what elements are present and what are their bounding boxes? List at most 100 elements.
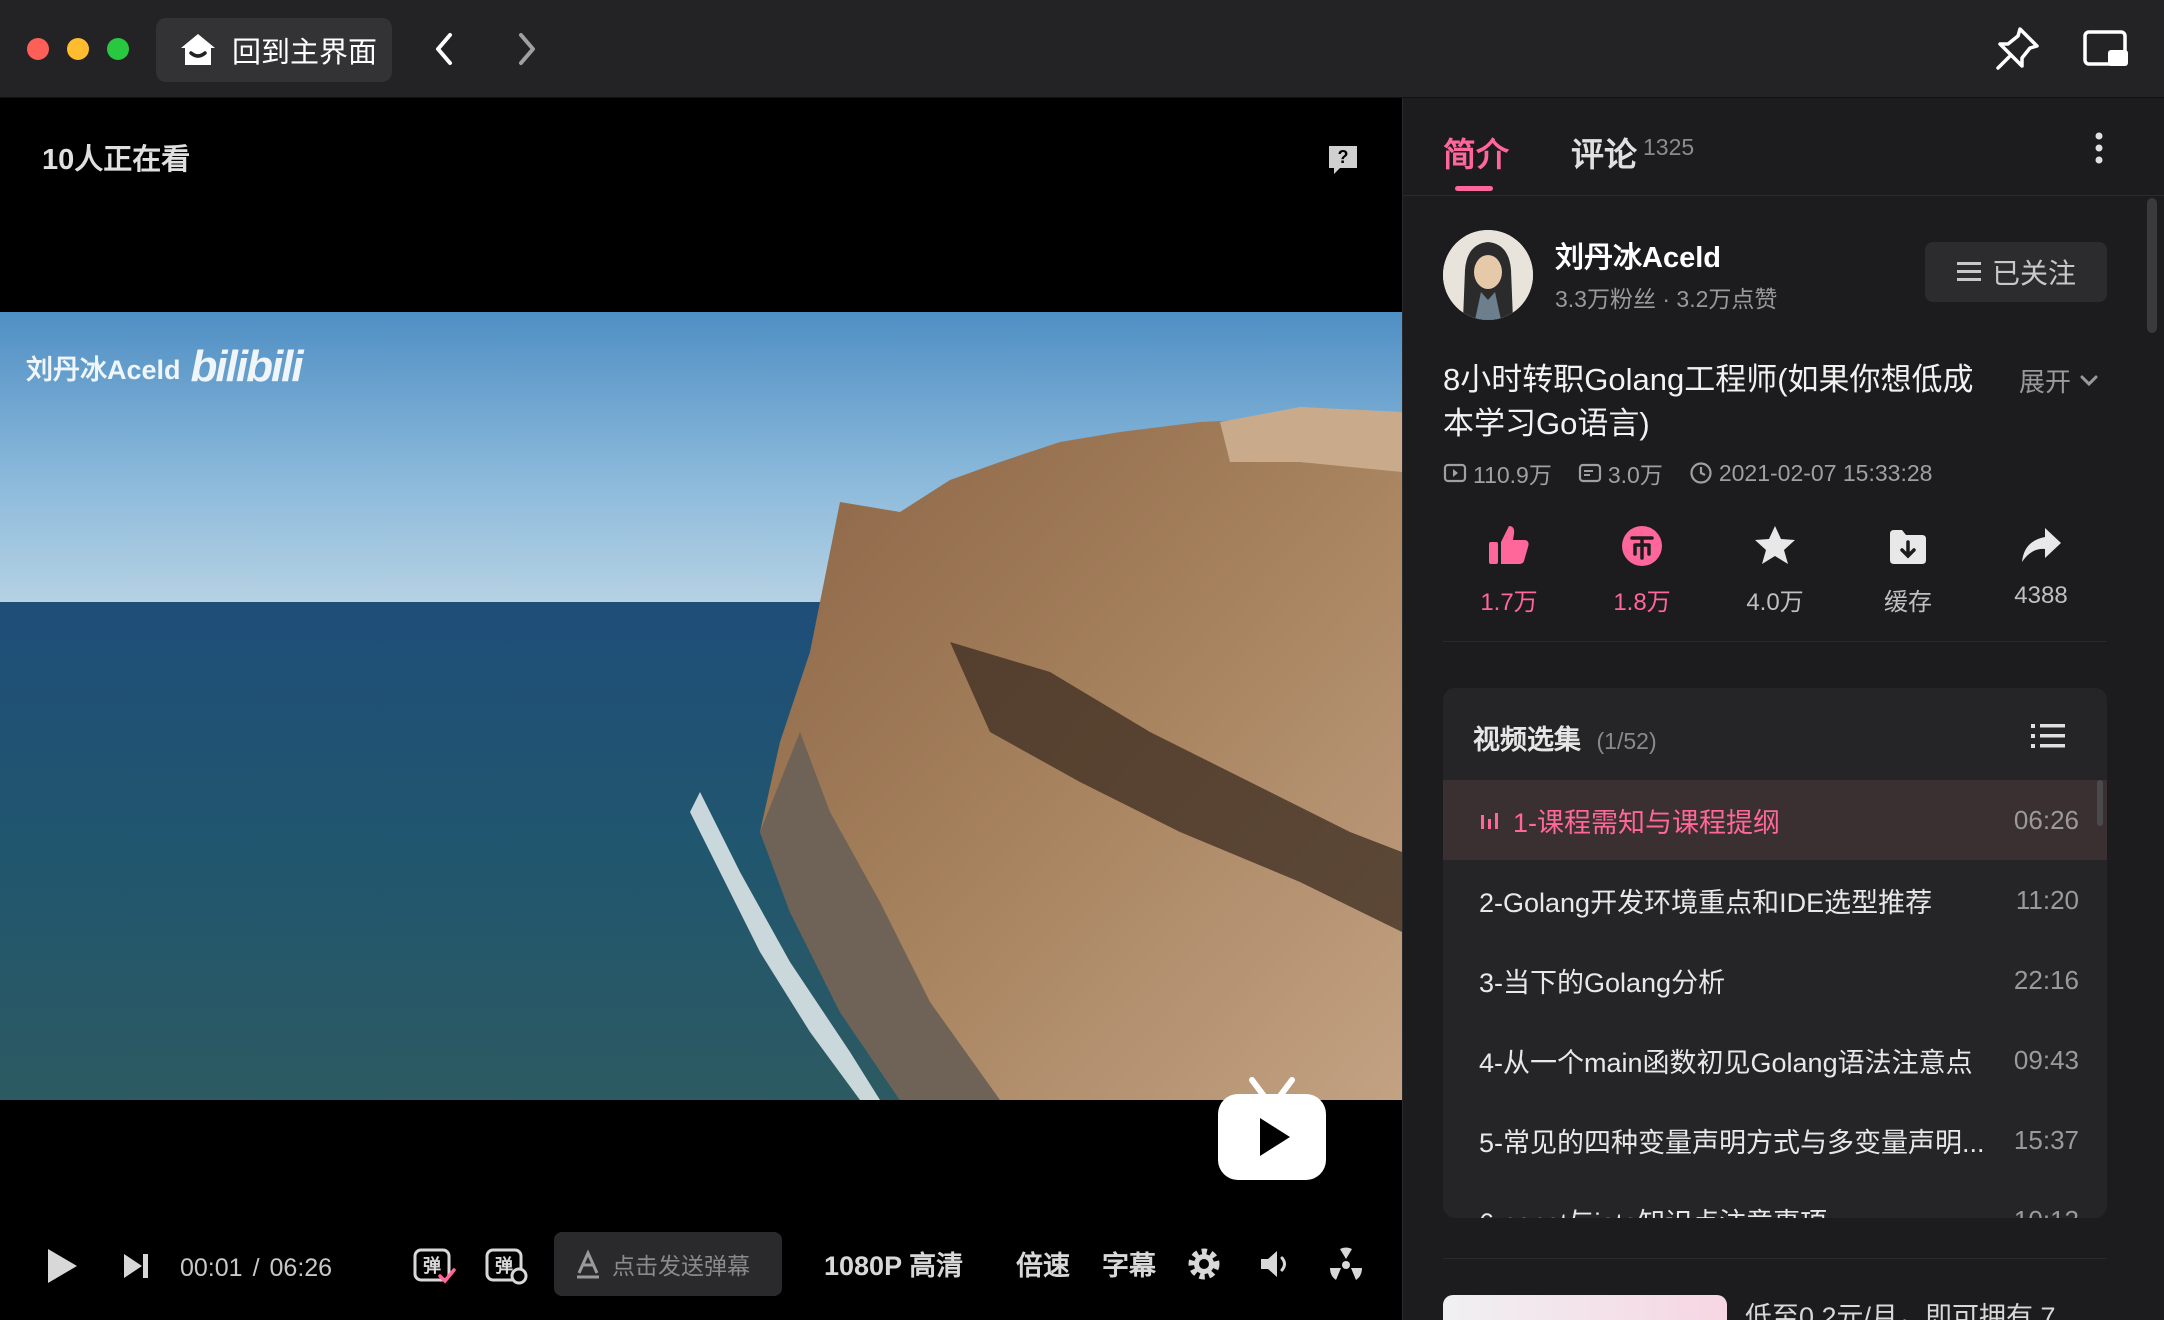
download-icon [1890, 530, 1926, 564]
follow-button[interactable]: 已关注 [1925, 242, 2107, 302]
playlist-item[interactable]: 3-当下的Golang分析 22:16 [1443, 940, 2107, 1020]
active-tab-indicator [1455, 186, 1493, 191]
svg-text:?: ? [1338, 147, 1349, 167]
danmaku-settings-icon: 弹 [485, 1248, 528, 1285]
uploader-stats: 3.3万粉丝 · 3.2万点赞 [1555, 286, 1778, 312]
playlist-item-duration: 22:16 [2013, 964, 2079, 995]
coin-button[interactable]: 1.8万 [1576, 522, 1708, 617]
zoom-window-button[interactable] [107, 38, 129, 60]
playlist-item-duration: 10:12 [2014, 1205, 2079, 1219]
svg-text:弹: 弹 [423, 1255, 441, 1277]
time-separator: / [252, 1254, 260, 1282]
like-button[interactable]: 1.7万 [1443, 522, 1575, 617]
subtitle-button[interactable]: 字幕 [1102, 1244, 1156, 1283]
promo-text: 低至0.2元/月，即可拥有 7... [1745, 1302, 2079, 1320]
playlist-view-toggle[interactable] [2031, 722, 2065, 750]
playlist-header: 视频选集 (1/52) [1473, 718, 1657, 757]
share-button[interactable]: 4388 [1975, 522, 2107, 610]
expand-description-button[interactable]: 展开 [2019, 362, 2099, 399]
cache-label: 缓存 [1884, 589, 1932, 616]
playlist-item-duration: 15:37 [2013, 1124, 2079, 1155]
play-icon [48, 1249, 77, 1283]
settings-button[interactable] [1184, 1242, 1224, 1286]
playlist-items: 1-课程需知与课程提纲 06:26 2-Golang开发环境重点和IDE选型推荐… [1443, 780, 2107, 1218]
thumbs-up-icon [1489, 526, 1529, 564]
playlist-count: (1/52) [1596, 728, 1657, 754]
action-bar: 1.7万 1.8万 4.0万 缓存 4388 [1443, 522, 2107, 642]
nav-back-button[interactable] [424, 24, 464, 74]
picture-in-picture-button[interactable] [2082, 26, 2130, 72]
playlist-scrollbar[interactable] [2097, 780, 2103, 826]
pin-window-button[interactable] [1992, 24, 2042, 74]
playlist-title: 视频选集 [1473, 725, 1581, 755]
sidebar-scrollbar[interactable] [2147, 198, 2157, 333]
chevron-right-icon [519, 33, 535, 65]
video-player[interactable]: 10人正在看 ? 刘丹冰Aceld bilibili 00:01 / 06:26… [0, 98, 1402, 1320]
clock-icon [1690, 462, 1712, 484]
danmaku-count-value: 3.0万 [1607, 462, 1663, 488]
back-to-home-button[interactable]: 回到主界面 [156, 18, 392, 82]
playlist-item[interactable]: 5-常见的四种变量声明方式与多变量声明... 15:37 [1443, 1100, 2107, 1180]
next-button[interactable] [118, 1244, 154, 1288]
playlist-panel: 视频选集 (1/52) 1-课程需知与课程提纲 06:26 2-Golang开发… [1443, 688, 2107, 1218]
promo-row[interactable]: 低至0.2元/月，即可拥有 7... [1443, 1258, 2107, 1320]
follow-label: 已关注 [1991, 258, 2076, 289]
speed-button[interactable]: 倍速 [1016, 1244, 1070, 1283]
playlist-item[interactable]: 1-课程需知与课程提纲 06:26 [1443, 780, 2107, 860]
star-icon [1755, 526, 1795, 564]
quality-button[interactable]: 1080P 高清 [824, 1244, 963, 1283]
pin-icon [1996, 27, 2039, 70]
nav-forward-button[interactable] [507, 24, 547, 74]
time-current: 00:01 [180, 1254, 243, 1282]
play-button[interactable] [40, 1242, 84, 1290]
title-bar: 回到主界面 [0, 0, 2164, 98]
back-to-home-label: 回到主界面 [232, 37, 378, 69]
publish-time-value: 2021-02-07 15:33:28 [1718, 459, 1933, 486]
help-icon[interactable]: ? [1326, 142, 1360, 176]
playlist-item-duration: 09:43 [2013, 1044, 2079, 1075]
share-count: 4388 [2014, 582, 2068, 609]
radiation-icon [1330, 1247, 1362, 1280]
sidebar-tabs: 简介 评论 1325 [1403, 98, 2164, 196]
volume-icon [1261, 1251, 1286, 1277]
close-window-button[interactable] [27, 38, 49, 60]
tab-comments[interactable]: 评论 [1571, 128, 1637, 176]
chevron-down-icon [2080, 375, 2098, 386]
send-danmaku-input[interactable]: 点击发送弹幕 [554, 1232, 782, 1296]
list-icon [2031, 724, 2065, 748]
danmaku-toggle-button[interactable]: 弹 [410, 1240, 458, 1288]
comment-count: 1325 [1643, 134, 1695, 160]
publish-time: 2021-02-07 15:33:28 [1689, 459, 1933, 487]
playlist-item[interactable]: 6-const与iota知识点注意事项 10:12 [1443, 1180, 2107, 1219]
playlist-item-title: 6-const与iota知识点注意事项 [1479, 1201, 2008, 1219]
favorite-button[interactable]: 4.0万 [1709, 522, 1841, 617]
send-danmaku-placeholder: 点击发送弹幕 [612, 1253, 750, 1279]
more-options-button[interactable] [2089, 130, 2109, 166]
video-frame[interactable]: 刘丹冰Aceld bilibili [0, 312, 1402, 1100]
svg-text:弹: 弹 [495, 1255, 513, 1277]
playlist-item-duration: 11:20 [2015, 884, 2079, 915]
promo-banner[interactable] [1443, 1295, 1727, 1320]
viewer-count: 10人正在看 [42, 144, 191, 176]
view-count-value: 110.9万 [1473, 462, 1552, 488]
cache-button[interactable]: 缓存 [1842, 522, 1974, 617]
uploader-avatar[interactable] [1443, 230, 1533, 320]
playlist-item[interactable]: 2-Golang开发环境重点和IDE选型推荐 11:20 [1443, 860, 2107, 940]
expand-label: 展开 [2019, 367, 2072, 397]
playlist-item-title: 3-当下的Golang分析 [1479, 967, 1726, 998]
video-title: 8小时转职Golang工程师(如果你想低成本学习Go语言) [1443, 362, 1974, 441]
favorite-count: 4.0万 [1746, 589, 1804, 616]
volume-button[interactable] [1256, 1242, 1296, 1286]
tab-intro[interactable]: 简介 [1443, 128, 1509, 176]
time-total: 06:26 [269, 1254, 333, 1282]
uploader-name[interactable]: 刘丹冰Aceld [1555, 234, 1721, 276]
danmaku-count-icon [1578, 463, 1601, 483]
minimize-window-button[interactable] [67, 38, 89, 60]
tv-play-icon [1218, 1077, 1326, 1180]
play-count-icon [1443, 463, 1467, 483]
playlist-item[interactable]: 4-从一个main函数初见Golang语法注意点 09:43 [1443, 1020, 2107, 1100]
danmaku-settings-button[interactable]: 弹 [482, 1240, 530, 1288]
tv-play-button[interactable] [1216, 1074, 1328, 1182]
coin-count: 1.8万 [1613, 589, 1671, 616]
radiation-mode-button[interactable] [1326, 1242, 1366, 1286]
